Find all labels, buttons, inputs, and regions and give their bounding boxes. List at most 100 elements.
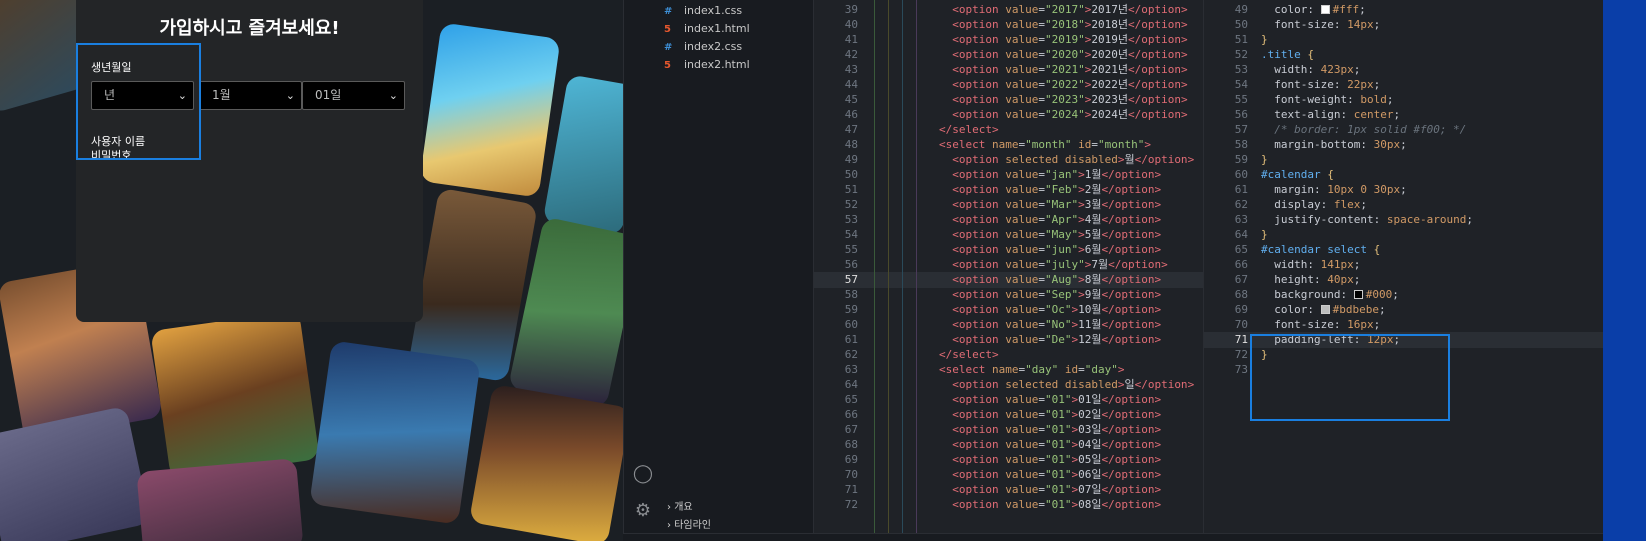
line-number: 46 [844,108,858,121]
line-number: 47 [844,123,858,136]
code-text: /* border: 1px solid #f00; */ [1274,123,1467,136]
file-item-index2-css[interactable]: # index2.css [664,40,742,56]
code-line[interactable]: 55 <option value="jun">6월</option> [814,242,1203,258]
code-line[interactable]: 53 <option value="Apr">4월</option> [814,212,1203,228]
code-line[interactable]: 72 <option value="01">08일</option> [814,497,1203,513]
code-line[interactable]: 60 <option value="No">11월</option> [814,317,1203,333]
code-line[interactable]: 55 font-weight: bold; [1204,92,1603,108]
code-line[interactable]: 53 width: 423px; [1204,62,1603,78]
code-line[interactable]: 56 <option value="july">7월</option> [814,257,1203,273]
code-line[interactable]: 42 <option value="2020">2020년</option> [814,47,1203,63]
color-swatch[interactable] [1353,290,1363,299]
line-number: 70 [844,468,858,481]
line-number: 73 [1234,363,1248,376]
css-editor[interactable]: 49 color: #fff; 50 font-size: 14px; 51} 52.… [1203,0,1603,541]
code-line[interactable]: 61 margin: 10px 0 30px; [1204,182,1603,198]
account-icon[interactable]: ◯ [632,463,654,485]
code-line[interactable]: 49 color: #fff; [1204,2,1603,18]
html-file-icon: 5 [664,24,671,35]
code-line[interactable]: 58 margin-bottom: 30px; [1204,137,1603,153]
code-line[interactable]: 51} [1204,32,1603,48]
code-text: <option selected disabled>일</option> [952,378,1195,391]
code-line[interactable]: 70 font-size: 16px; [1204,317,1603,333]
code-line[interactable]: 54 <option value="May">5월</option> [814,227,1203,243]
code-line[interactable]: 70 <option value="01">06일</option> [814,467,1203,483]
chevron-down-icon: ⌄ [285,89,295,102]
code-line[interactable]: 52 <option value="Mar">3월</option> [814,197,1203,213]
code-line[interactable]: 40 <option value="2018">2018년</option> [814,17,1203,33]
code-line[interactable]: 46 <option value="2024">2024년</option> [814,107,1203,123]
settings-gear-icon[interactable]: ⚙ [632,500,654,522]
code-line[interactable]: 68 background: #000; [1204,287,1603,303]
code-text: <option value="Feb">2월</option> [952,183,1162,196]
code-line[interactable]: 51 <option value="Feb">2월</option> [814,182,1203,198]
code-line[interactable]: 64} [1204,227,1603,243]
line-number: 67 [844,423,858,436]
line-number: 40 [844,18,858,31]
code-line[interactable]: 62 display: flex; [1204,197,1603,213]
code-line[interactable]: 69 color: #bdbebe; [1204,302,1603,318]
code-line[interactable]: 66 <option value="01">02일</option> [814,407,1203,423]
code-line[interactable]: 44 <option value="2022">2022년</option> [814,77,1203,93]
code-text: font-size: 16px; [1274,318,1381,331]
code-line[interactable]: 48 <select name="month" id="month"> [814,137,1203,153]
line-number: 49 [1234,3,1248,16]
code-line[interactable]: 69 <option value="01">05일</option> [814,452,1203,468]
file-item-index1-html[interactable]: 5 index1.html [664,22,750,38]
code-text: <option value="No">11월</option> [952,318,1162,331]
line-number: 61 [844,333,858,346]
code-line[interactable]: 58 <option value="Sep">9월</option> [814,287,1203,303]
code-line[interactable]: 57 <option value="Aug">8월</option> [814,272,1203,288]
code-line[interactable]: 39 <option value="2017">2017년</option> [814,2,1203,18]
line-number: 66 [1234,258,1248,271]
code-text: <option value="2020">2020년</option> [952,48,1188,61]
code-line[interactable]: 63 <select name="day" id="day"> [814,362,1203,378]
code-text: #calendar { [1261,168,1334,181]
code-line[interactable]: 41 <option value="2019">2019년</option> [814,32,1203,48]
code-line[interactable]: 63 justify-content: space-around; [1204,212,1603,228]
line-number: 41 [844,33,858,46]
code-line[interactable]: 65 #calendar select { [1204,242,1603,258]
color-swatch[interactable] [1320,305,1330,314]
file-item-index1-css[interactable]: # index1.css [664,4,742,20]
code-line[interactable]: 71 <option value="01">07일</option> [814,482,1203,498]
game-thumbnail [136,458,304,541]
code-line[interactable]: 68 <option value="01">04일</option> [814,437,1203,453]
code-line[interactable]: 52 .title { [1204,47,1603,63]
code-text: width: 423px; [1274,63,1361,76]
line-number: 69 [844,453,858,466]
code-line[interactable]: 67 height: 40px; [1204,272,1603,288]
code-line[interactable]: 66 width: 141px; [1204,257,1603,273]
code-line[interactable]: 59} [1204,152,1603,168]
code-line[interactable]: 47 </select> [814,122,1203,138]
code-line[interactable]: 49 <option selected disabled>월</option> [814,152,1203,168]
code-line[interactable]: 67 <option value="01">03일</option> [814,422,1203,438]
day-select[interactable]: 01일 ⌄ [302,81,405,110]
code-line[interactable]: 59 <option value="Oc">10월</option> [814,302,1203,318]
line-number: 51 [1234,33,1248,46]
code-line[interactable]: 50 <option value="jan">1월</option> [814,167,1203,183]
game-thumbnail [468,383,623,541]
code-line[interactable]: 45 <option value="2023">2023년</option> [814,92,1203,108]
code-line[interactable]: 56 text-align: center; [1204,107,1603,123]
code-line[interactable]: 61 <option value="De">12월</option> [814,332,1203,348]
timeline-section[interactable]: › 타임라인 [667,516,711,531]
outline-section[interactable]: › 개요 [667,498,693,513]
code-line[interactable]: 50 font-size: 14px; [1204,17,1603,33]
code-text: font-weight: bold; [1274,93,1394,106]
file-item-index2-html[interactable]: 5 index2.html [664,58,750,74]
outline-label: 개요 [674,502,693,513]
code-line[interactable]: 43 <option value="2021">2021년</option> [814,62,1203,78]
code-line[interactable]: 54 font-size: 22px; [1204,77,1603,93]
code-line[interactable]: 65 <option value="01">01일</option> [814,392,1203,408]
line-number: 53 [844,213,858,226]
code-line[interactable]: 64 <option selected disabled>일</option> [814,377,1203,393]
code-line[interactable]: 57 /* border: 1px solid #f00; */ [1204,122,1603,138]
code-line[interactable]: 62 </select> [814,347,1203,363]
code-text: <option value="Apr">4월</option> [952,213,1162,226]
code-line[interactable]: 60 #calendar { [1204,167,1603,183]
month-select[interactable]: 1월 ⌄ [199,81,302,110]
color-swatch[interactable] [1320,5,1330,14]
html-editor[interactable]: 39 <option value="2017">2017년</option> 40… [813,0,1203,541]
css-file-icon: # [664,6,673,17]
